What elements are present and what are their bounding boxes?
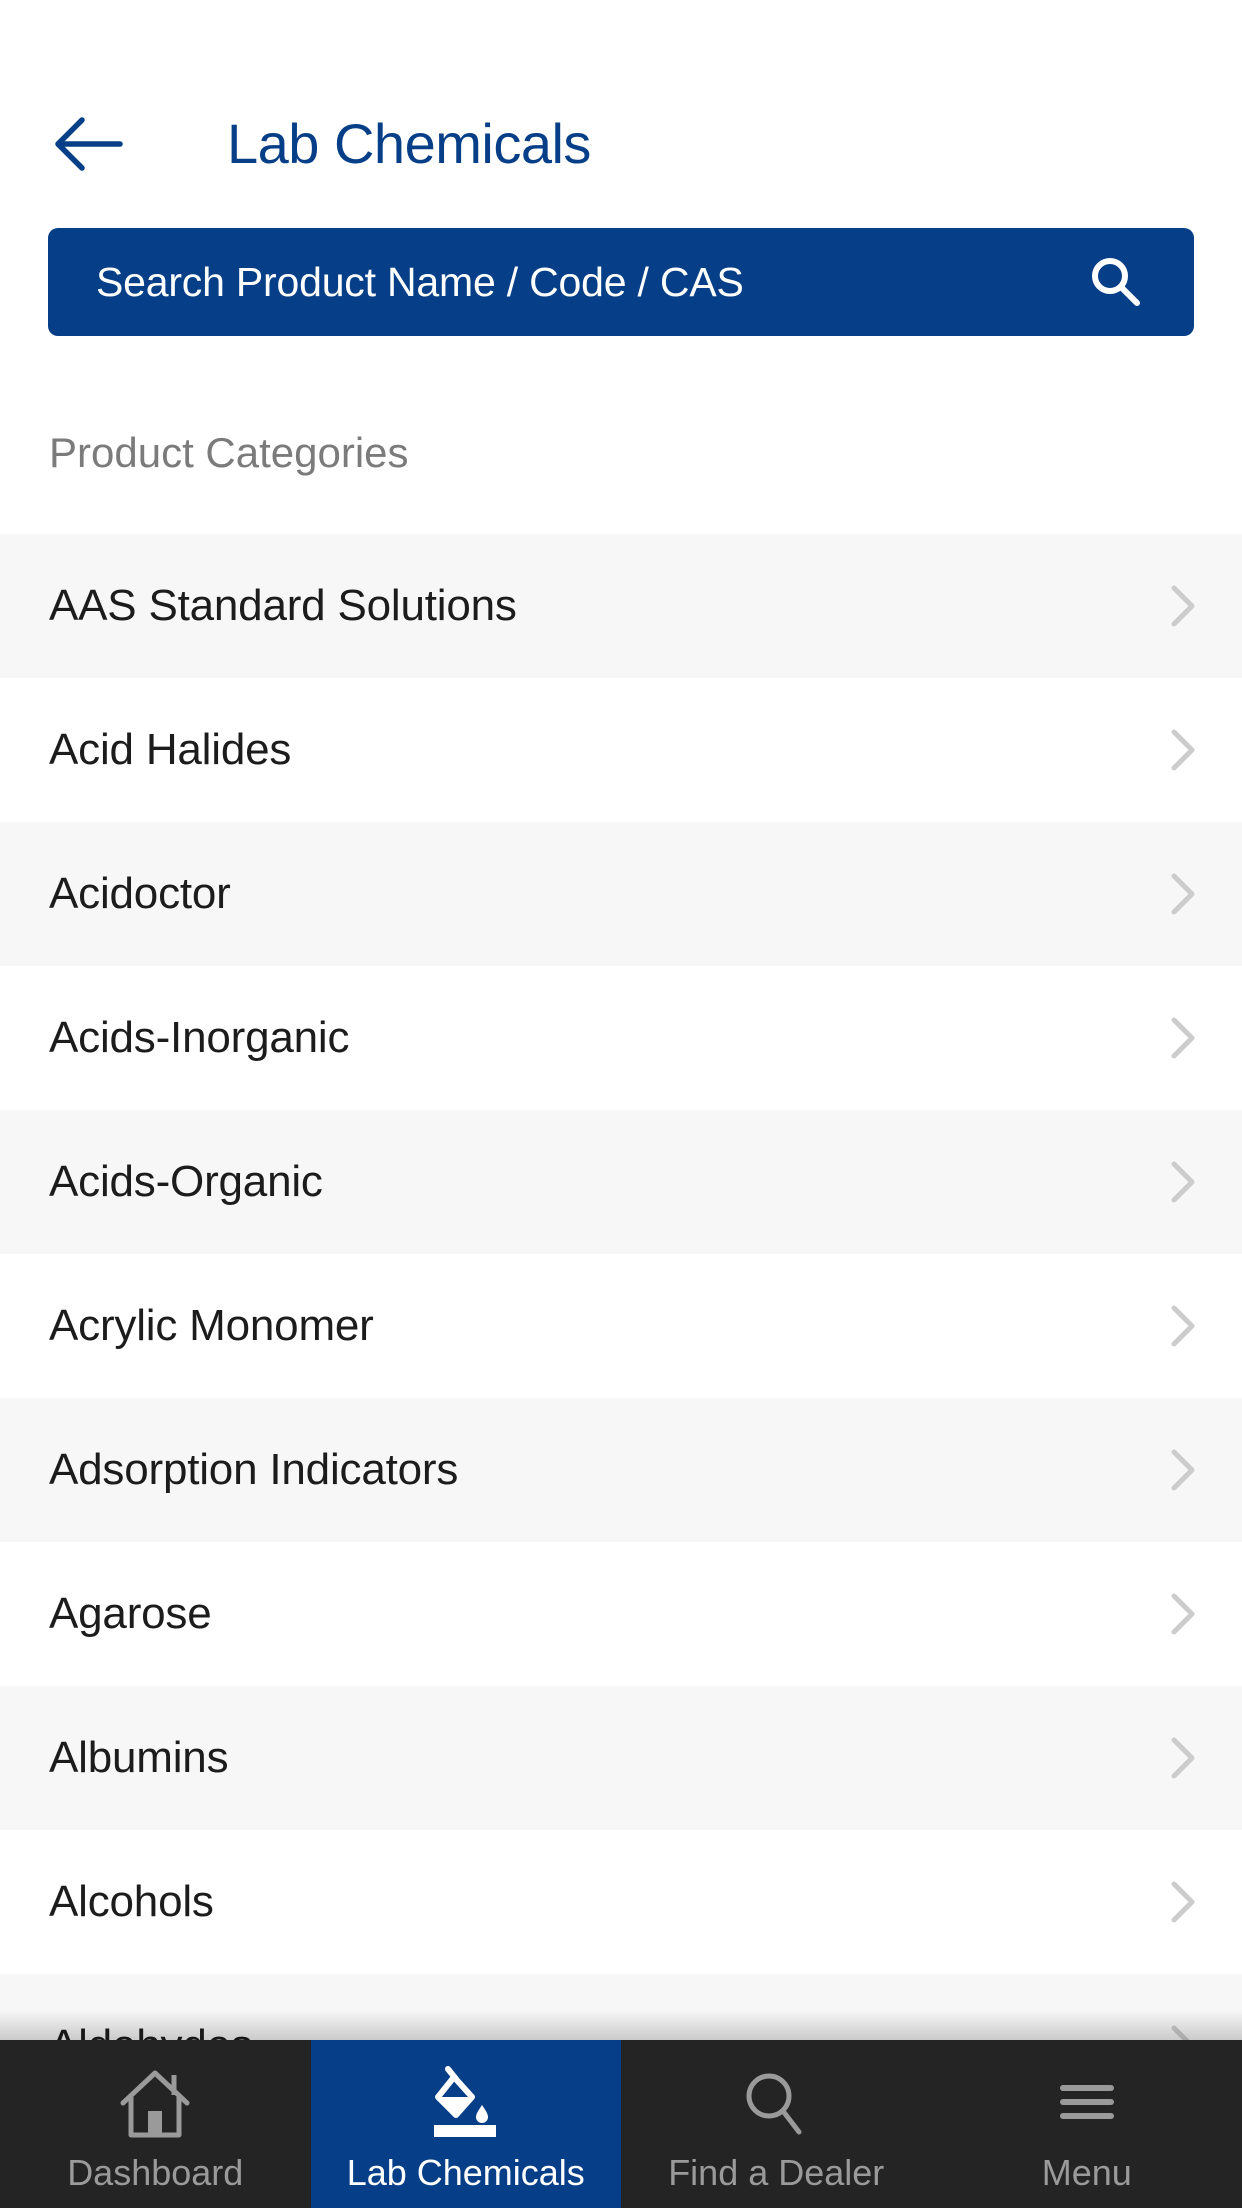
- arrow-left-icon: [55, 117, 123, 171]
- category-label: Acids-Organic: [49, 1157, 323, 1206]
- category-item[interactable]: Albumins: [0, 1686, 1242, 1830]
- back-button[interactable]: [48, 108, 128, 180]
- lab-chemicals-screen: Lab Chemicals Search Product Name / Code…: [0, 0, 1242, 2208]
- tab-label: Dashboard: [67, 2152, 244, 2193]
- category-item[interactable]: Acrylic Monomer: [0, 1254, 1242, 1398]
- category-label: Acid Halides: [49, 725, 292, 774]
- category-label: Alcohols: [49, 1877, 214, 1926]
- category-item[interactable]: Alcohols: [0, 1830, 1242, 1974]
- tab-find-a-dealer[interactable]: Find a Dealer: [621, 2040, 932, 2208]
- chevron-right-icon: [1171, 1161, 1195, 1203]
- bottom-tab-bar: Dashboard Lab Chemicals Find a Dealer Me…: [0, 2040, 1242, 2208]
- category-label: Albumins: [49, 1733, 229, 1782]
- category-label: Adsorption Indicators: [49, 1445, 459, 1494]
- tab-lab-chemicals[interactable]: Lab Chemicals: [310, 2040, 621, 2208]
- category-label: Acids-Inorganic: [49, 1013, 350, 1062]
- chevron-right-icon: [1171, 1593, 1195, 1635]
- search-placeholder: Search Product Name / Code / CAS: [96, 259, 744, 305]
- chevron-right-icon: [1171, 873, 1195, 915]
- chevron-right-icon: [1171, 1737, 1195, 1779]
- category-item[interactable]: Acids-Organic: [0, 1110, 1242, 1254]
- chevron-right-icon: [1171, 585, 1195, 627]
- category-item[interactable]: Adsorption Indicators: [0, 1398, 1242, 1542]
- chevron-right-icon: [1171, 1449, 1195, 1491]
- tab-label: Find a Dealer: [668, 2152, 885, 2193]
- tab-menu[interactable]: Menu: [932, 2040, 1242, 2208]
- search-icon: [731, 2058, 821, 2148]
- category-label: Acrylic Monomer: [49, 1301, 374, 1350]
- chevron-right-icon: [1171, 729, 1195, 771]
- tab-label: Lab Chemicals: [346, 2152, 585, 2193]
- category-label: AAS Standard Solutions: [49, 581, 517, 630]
- category-item[interactable]: AAS Standard Solutions: [0, 534, 1242, 678]
- chevron-right-icon: [1171, 1017, 1195, 1059]
- category-item[interactable]: Agarose: [0, 1542, 1242, 1686]
- search-button[interactable]: [1086, 252, 1146, 312]
- category-list: AAS Standard Solutions Acid Halides Acid…: [0, 534, 1242, 2118]
- paint-bucket-icon: [421, 2058, 511, 2148]
- tab-dashboard[interactable]: Dashboard: [0, 2040, 311, 2208]
- category-item[interactable]: Acid Halides: [0, 678, 1242, 822]
- header: Lab Chemicals: [0, 0, 1242, 200]
- chevron-right-icon: [1171, 1305, 1195, 1347]
- category-item[interactable]: Acidoctor: [0, 822, 1242, 966]
- tab-label: Menu: [1041, 2152, 1132, 2193]
- category-label: Acidoctor: [49, 869, 231, 918]
- home-icon: [110, 2058, 200, 2148]
- chevron-right-icon: [1171, 1881, 1195, 1923]
- page-title: Lab Chemicals: [227, 112, 591, 175]
- search-icon: [1092, 258, 1140, 306]
- category-label: Agarose: [49, 1589, 212, 1638]
- section-heading: Product Categories: [49, 429, 409, 476]
- hamburger-menu-icon: [1042, 2058, 1132, 2148]
- category-item[interactable]: Acids-Inorganic: [0, 966, 1242, 1110]
- search-input[interactable]: Search Product Name / Code / CAS: [48, 228, 1194, 336]
